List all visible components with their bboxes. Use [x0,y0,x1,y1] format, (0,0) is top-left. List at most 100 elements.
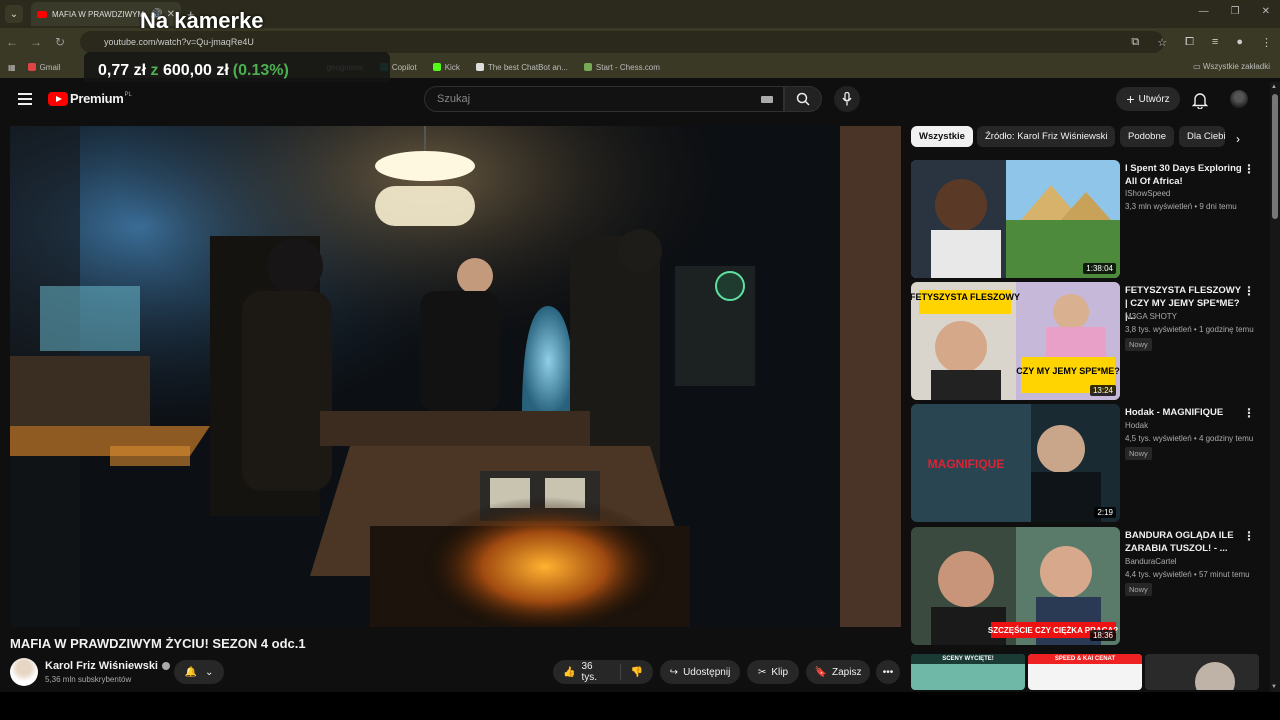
bookmark-chatbot[interactable]: The best ChatBot an... [475,63,568,72]
apps-grid-icon[interactable]: ▦ [8,63,16,72]
tab-title: MAFIA W PRAWDZIWYM Ż [52,9,147,19]
chip-all[interactable]: Wszystkie [911,126,973,147]
youtube-favicon-icon [37,10,47,18]
donation-percent: (0.13%) [232,62,289,79]
chip-similar[interactable]: Podobne [1120,126,1175,147]
page-scrollbar[interactable]: ▲ ▼ [1270,82,1280,692]
microphone-icon [842,92,852,106]
like-dislike-group: 👍 36 tys. 👎 [553,660,653,684]
more-actions-button[interactable]: ••• [876,660,900,684]
keyboard-icon[interactable] [761,96,773,103]
browser-menu-icon[interactable]: ⋮ [1261,36,1272,49]
address-bar[interactable]: youtube.com/watch?v=Qu-jmaqRe4U [80,31,1164,53]
bookmark-icon: 🔖 [814,666,827,678]
bell-icon: 🔔 [184,666,198,678]
recommendation-channel[interactable]: M3GA SHOTY [1125,312,1177,321]
all-bookmarks[interactable]: ▭ Wszystkie zakładki [1193,62,1270,71]
short-thumbnail[interactable] [1145,654,1259,690]
bookmark-gmail[interactable]: Gmail [27,63,60,72]
donation-amount: 0,77 zł [98,62,147,79]
notifications-bell-icon[interactable] [1191,91,1209,114]
clip-label: Klip [771,666,789,678]
recommendation-thumbnail[interactable]: FETYSZYSTA FLESZOWY CZY MY JEMY SPE*ME? … [911,282,1120,400]
bookmark-chess[interactable]: Start - Chess.com [583,63,660,72]
account-avatar[interactable] [1230,90,1248,108]
create-button[interactable]: + Utwórz [1116,87,1180,111]
profile-icon[interactable]: ● [1236,36,1243,49]
menu-icon[interactable] [18,93,32,105]
recommendation-meta: 4,5 tys. wyświetleń • 4 godziny temu [1125,434,1254,443]
channel-name[interactable]: Karol Friz Wiśniewski [45,660,170,672]
video-player[interactable] [10,126,901,627]
scroll-down-icon[interactable]: ▼ [1271,684,1277,690]
share-label: Udostępnij [683,666,731,678]
recommendation-channel[interactable]: Hodak [1125,421,1148,430]
recommendation-thumbnail[interactable]: SZCZĘŚCIE CZY CIĘŻKA PRACA? 18:36 [911,527,1120,645]
video-duration: 18:36 [1089,630,1116,641]
more-vertical-icon[interactable]: ⋮ [1243,162,1255,176]
like-button[interactable]: 👍 36 tys. [553,661,621,683]
reload-icon[interactable]: ↻ [48,35,72,49]
search-input[interactable]: Szukaj [424,86,784,112]
youtube-logo[interactable]: Premium PL [48,91,132,106]
subscribed-notifications-button[interactable]: 🔔 ⌄ [174,660,224,684]
chip-source[interactable]: Źródło: Karol Friz Wiśniewski [977,126,1116,147]
chips-next-icon[interactable]: › [1236,132,1240,146]
thumb-text-top: FETYSZYSTA FLESZOWY [911,292,1020,302]
reading-list-icon[interactable]: ≡ [1212,36,1218,49]
scroll-up-icon[interactable]: ▲ [1271,84,1277,90]
scrollbar-thumb[interactable] [1272,94,1278,219]
maximize-icon[interactable]: ❐ [1231,6,1240,17]
plus-icon: + [1126,91,1135,107]
forward-icon[interactable]: → [24,35,48,49]
extensions-icon[interactable]: ⧠ [1185,36,1194,49]
recommendation-title[interactable]: I Spent 30 Days Exploring All Of Africa! [1125,162,1243,188]
recommendation-title[interactable]: BANDURA OGLĄDA ILE ZARABIA TUSZOL! - ... [1125,529,1243,555]
clip-button[interactable]: ✂ Klip [747,660,799,684]
bookmark-star-icon[interactable]: ☆ [1157,36,1167,49]
minimize-icon[interactable]: — [1199,6,1209,17]
close-window-icon[interactable]: ✕ [1262,6,1270,17]
recommendation-meta: 4,4 tys. wyświetleń • 57 minut temu [1125,570,1250,579]
share-button[interactable]: ↪ Udostępnij [660,660,740,684]
recommendation-item[interactable]: 1:38:04 I Spent 30 Days Exploring All Of… [911,160,1261,278]
short-thumbnail[interactable]: SPEED & KAI CENAT [1028,654,1142,690]
new-badge: Nowy [1125,338,1152,351]
save-button[interactable]: 🔖 Zapisz [806,660,870,684]
recommendation-item[interactable]: MAGNIFIQUE 2:19 Hodak - MAGNIFIQUE Hodak… [911,404,1261,522]
voice-search-button[interactable] [834,86,860,112]
save-label: Zapisz [832,666,862,678]
recommendation-title[interactable]: Hodak - MAGNIFIQUE [1125,406,1243,419]
more-vertical-icon[interactable]: ⋮ [1243,406,1255,420]
share-icon: ↪ [669,666,679,678]
channel-avatar[interactable] [10,658,38,686]
more-vertical-icon[interactable]: ⋮ [1243,284,1255,298]
thumbs-up-icon: 👍 [563,666,576,678]
video-duration: 1:38:04 [1083,263,1116,274]
short-thumb-text: SCENY WYCIĘTE! [911,654,1025,664]
verified-icon [162,662,170,671]
install-app-icon[interactable]: ⧉ [1131,36,1139,49]
thumb-text: MAGNIFIQUE [928,457,1005,471]
tab-search-button[interactable]: ⌄ [5,5,23,23]
more-horizontal-icon: ••• [882,666,894,678]
video-duration: 13:24 [1089,385,1116,396]
bookmark-kick[interactable]: Kick [432,63,460,72]
search-button[interactable] [784,86,822,112]
recommendation-item[interactable]: FETYSZYSTA FLESZOWY CZY MY JEMY SPE*ME? … [911,282,1261,400]
back-icon[interactable]: ← [0,35,24,49]
chip-for-you[interactable]: Dla Ciebie [1179,126,1225,147]
short-thumbnail[interactable]: SCENY WYCIĘTE! [911,654,1025,690]
recommendation-thumbnail[interactable]: 1:38:04 [911,160,1120,278]
screen: ⌄ MAFIA W PRAWDZIWYM Ż 🔊 ✕ + — ❐ ✕ ← → ↻… [0,0,1280,720]
more-vertical-icon[interactable]: ⋮ [1243,529,1255,543]
channel-name-text: Karol Friz Wiśniewski [45,660,158,672]
dislike-button[interactable]: 👎 [621,667,653,678]
recommendation-thumbnail[interactable]: MAGNIFIQUE 2:19 [911,404,1120,522]
search-placeholder: Szukaj [437,93,471,105]
recommendation-channel[interactable]: IShowSpeed [1125,189,1170,198]
video-duration: 2:19 [1094,507,1116,518]
recommendation-channel[interactable]: BanduraCartel [1125,557,1177,566]
recommendation-item[interactable]: SZCZĘŚCIE CZY CIĘŻKA PRACA? 18:36 BANDUR… [911,527,1261,645]
scissors-icon: ✂ [757,666,767,678]
